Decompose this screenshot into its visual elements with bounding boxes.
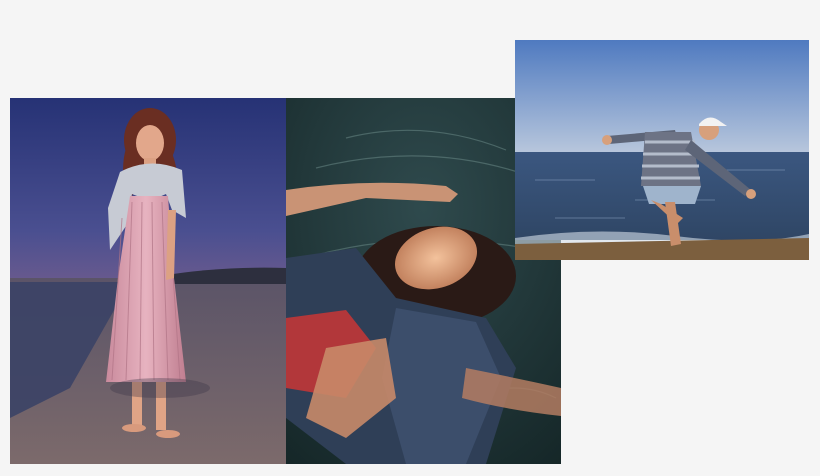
- photo-collage: [0, 0, 820, 476]
- photo-sea-balance: [515, 40, 809, 260]
- sea-balance-image: [515, 40, 809, 260]
- beach-dusk-image: [10, 98, 286, 464]
- photo-beach-dusk: [10, 98, 286, 464]
